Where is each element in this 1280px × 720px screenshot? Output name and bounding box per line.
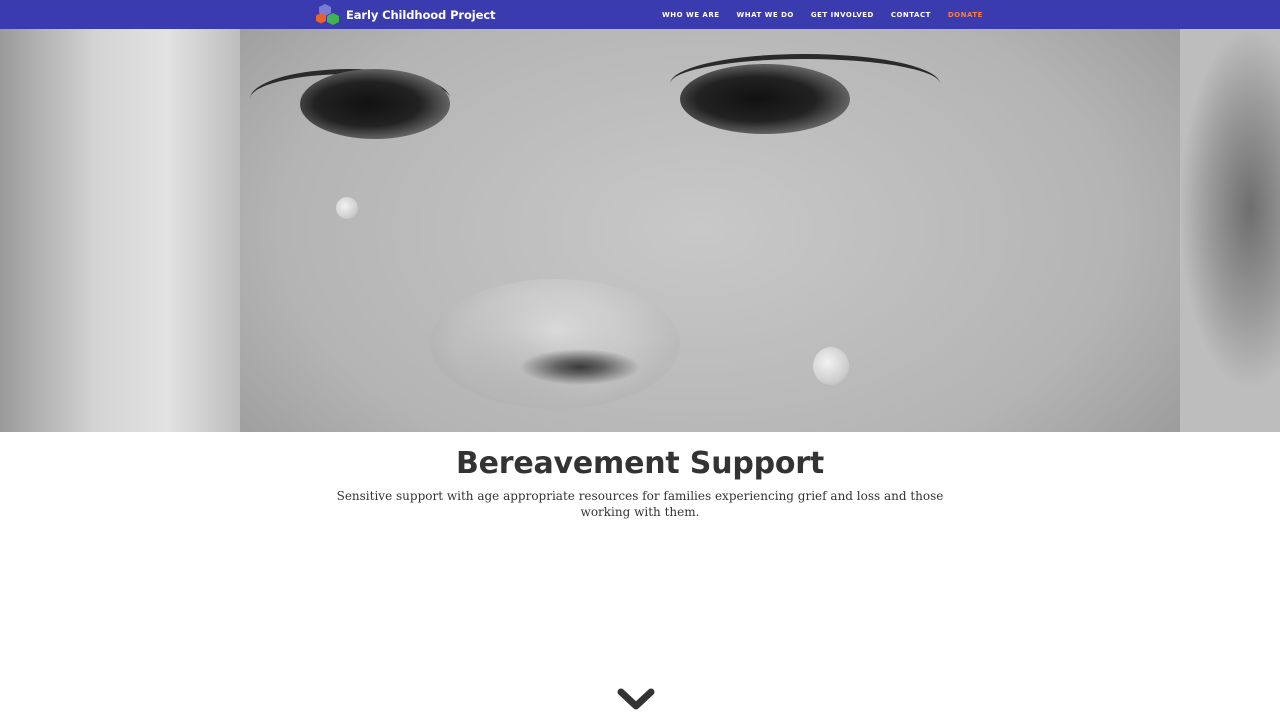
chevron-down-icon[interactable] [617,686,655,712]
nav-what-we-do[interactable]: WHAT WE DO [737,11,794,19]
nav-contact[interactable]: CONTACT [891,11,931,19]
hero-left-eye [300,69,450,139]
hero-tear-left [336,197,358,219]
hero-right-eye [680,64,850,134]
hero-background-blur [0,29,240,432]
page-description: Sensitive support with age appropriate r… [336,489,944,519]
main-nav: WHO WE ARE WHAT WE DO GET INVOLVED CONTA… [662,0,983,29]
brand-logo-icon [316,4,339,25]
brand-home-link[interactable]: Early Childhood Project [315,3,496,26]
hero-ear-shape [1180,29,1280,432]
brand-name: Early Childhood Project [346,7,496,22]
top-nav-bar: Early Childhood Project WHO WE ARE WHAT … [0,0,1280,29]
nav-donate[interactable]: DONATE [948,11,983,19]
hero-image [0,29,1280,432]
nav-who-we-are[interactable]: WHO WE ARE [662,11,720,19]
page-title: Bereavement Support [455,446,825,481]
nav-get-involved[interactable]: GET INVOLVED [811,11,874,19]
hero-nose [430,279,680,409]
hero-tear-right [813,347,849,385]
